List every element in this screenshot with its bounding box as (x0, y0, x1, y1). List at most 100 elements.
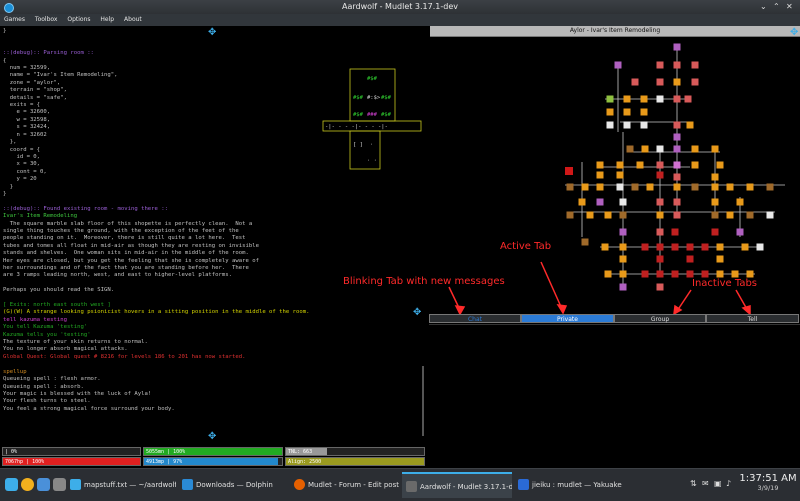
map-room[interactable] (631, 78, 639, 86)
map-room[interactable] (614, 61, 622, 69)
map-room[interactable] (736, 198, 744, 206)
move-icon[interactable]: ✥ (208, 431, 216, 442)
map-room[interactable] (604, 211, 612, 219)
map-room[interactable] (636, 161, 644, 169)
map-room[interactable] (596, 183, 604, 191)
move-icon[interactable]: ✥ (413, 307, 421, 318)
map-room[interactable] (581, 183, 589, 191)
map-room[interactable] (766, 211, 774, 219)
map-room[interactable] (736, 228, 744, 236)
map-room[interactable] (616, 171, 624, 179)
chat-window[interactable] (429, 324, 800, 447)
map-room[interactable] (619, 228, 627, 236)
map-room[interactable] (623, 95, 631, 103)
map-room[interactable] (691, 78, 699, 86)
close-icon[interactable]: ✕ (786, 0, 793, 14)
notifications-icon[interactable]: ✉ (702, 479, 709, 488)
map-room[interactable] (711, 211, 719, 219)
map-room[interactable] (656, 145, 664, 153)
map-room[interactable] (671, 228, 679, 236)
map-room[interactable] (656, 211, 664, 219)
map-room[interactable] (711, 183, 719, 191)
map-room[interactable] (631, 183, 639, 191)
map-room[interactable] (578, 198, 586, 206)
task-firefox[interactable]: Mudlet - Forum - Edit post - M... (290, 472, 400, 498)
map-room[interactable] (691, 183, 699, 191)
chrome-icon[interactable] (21, 478, 34, 491)
map-room[interactable] (566, 211, 574, 219)
map-room[interactable] (726, 211, 734, 219)
map-room[interactable] (711, 228, 719, 236)
map-room[interactable] (766, 183, 774, 191)
map-room[interactable] (616, 161, 624, 169)
clock[interactable]: 1:37:51 AM 3/9/19 (738, 473, 798, 492)
volume-icon[interactable]: ♪ (726, 479, 731, 488)
map-room[interactable] (606, 95, 614, 103)
map-room[interactable] (641, 145, 649, 153)
map-room[interactable] (656, 78, 664, 86)
map-room[interactable] (596, 198, 604, 206)
network-icon[interactable]: ⇅ (690, 479, 697, 488)
map-room[interactable] (673, 133, 681, 141)
menu-options[interactable]: Options (63, 14, 94, 26)
map-room[interactable] (656, 161, 664, 169)
map-room[interactable] (711, 198, 719, 206)
map-room[interactable] (726, 183, 734, 191)
map-room[interactable] (623, 121, 631, 129)
map-room[interactable] (656, 171, 664, 179)
menu-games[interactable]: Games (0, 14, 29, 26)
map-room[interactable] (691, 161, 699, 169)
move-icon[interactable]: ✥ (208, 27, 216, 38)
map-room[interactable] (640, 108, 648, 116)
map-room[interactable] (673, 145, 681, 153)
map-room[interactable] (673, 173, 681, 181)
map-room[interactable] (640, 121, 648, 129)
map-room[interactable] (746, 183, 754, 191)
map-room[interactable] (596, 171, 604, 179)
task-yakuake[interactable]: jieiku : mudlet — Yakuake (514, 472, 624, 498)
map-room[interactable] (606, 121, 614, 129)
map-room[interactable] (673, 43, 681, 51)
map-room[interactable] (673, 61, 681, 69)
map-room[interactable] (673, 211, 681, 219)
launcher-icon[interactable] (5, 478, 18, 491)
map-room[interactable] (673, 121, 681, 129)
menu-help[interactable]: Help (96, 14, 118, 26)
maximize-icon[interactable]: ⌃ (773, 0, 780, 14)
scrollbar[interactable] (422, 366, 424, 436)
map-room[interactable] (623, 108, 631, 116)
clipboard-icon[interactable]: ▣ (714, 479, 722, 488)
menu-toolbox[interactable]: Toolbox (31, 14, 62, 26)
map-room[interactable] (586, 211, 594, 219)
browser-icon[interactable] (37, 478, 50, 491)
map-room[interactable] (686, 121, 694, 129)
tab-chat[interactable]: Chat (429, 314, 521, 323)
map-room[interactable] (646, 183, 654, 191)
files-icon[interactable] (53, 478, 66, 491)
task-kate[interactable]: mapstuff.txt — ~/aardwolf — Kate (66, 472, 176, 498)
map-room[interactable] (673, 161, 681, 169)
map-room[interactable] (673, 78, 681, 86)
map-room[interactable] (656, 95, 664, 103)
minimize-icon[interactable]: ⌄ (760, 0, 767, 14)
move-icon[interactable]: ✥ (790, 27, 798, 38)
map-room[interactable] (656, 198, 664, 206)
tab-private[interactable]: Private (521, 314, 614, 323)
tab-group[interactable]: Group (614, 314, 706, 323)
main-console[interactable]: } ::(debug):: Parsing room :: { num = 32… (0, 26, 427, 446)
map-room[interactable] (619, 211, 627, 219)
map-room[interactable] (640, 95, 648, 103)
map-room[interactable] (684, 95, 692, 103)
map-room[interactable] (581, 238, 589, 246)
map-room[interactable] (606, 108, 614, 116)
task-dolphin[interactable]: Downloads — Dolphin (178, 472, 288, 498)
map-room[interactable] (566, 183, 574, 191)
map-room[interactable] (656, 61, 664, 69)
map-room[interactable] (691, 61, 699, 69)
map-room[interactable] (673, 198, 681, 206)
map-room[interactable] (596, 161, 604, 169)
menu-about[interactable]: About (120, 14, 146, 26)
map-room[interactable] (711, 173, 719, 181)
map-room[interactable] (626, 145, 634, 153)
map-room[interactable] (619, 198, 627, 206)
